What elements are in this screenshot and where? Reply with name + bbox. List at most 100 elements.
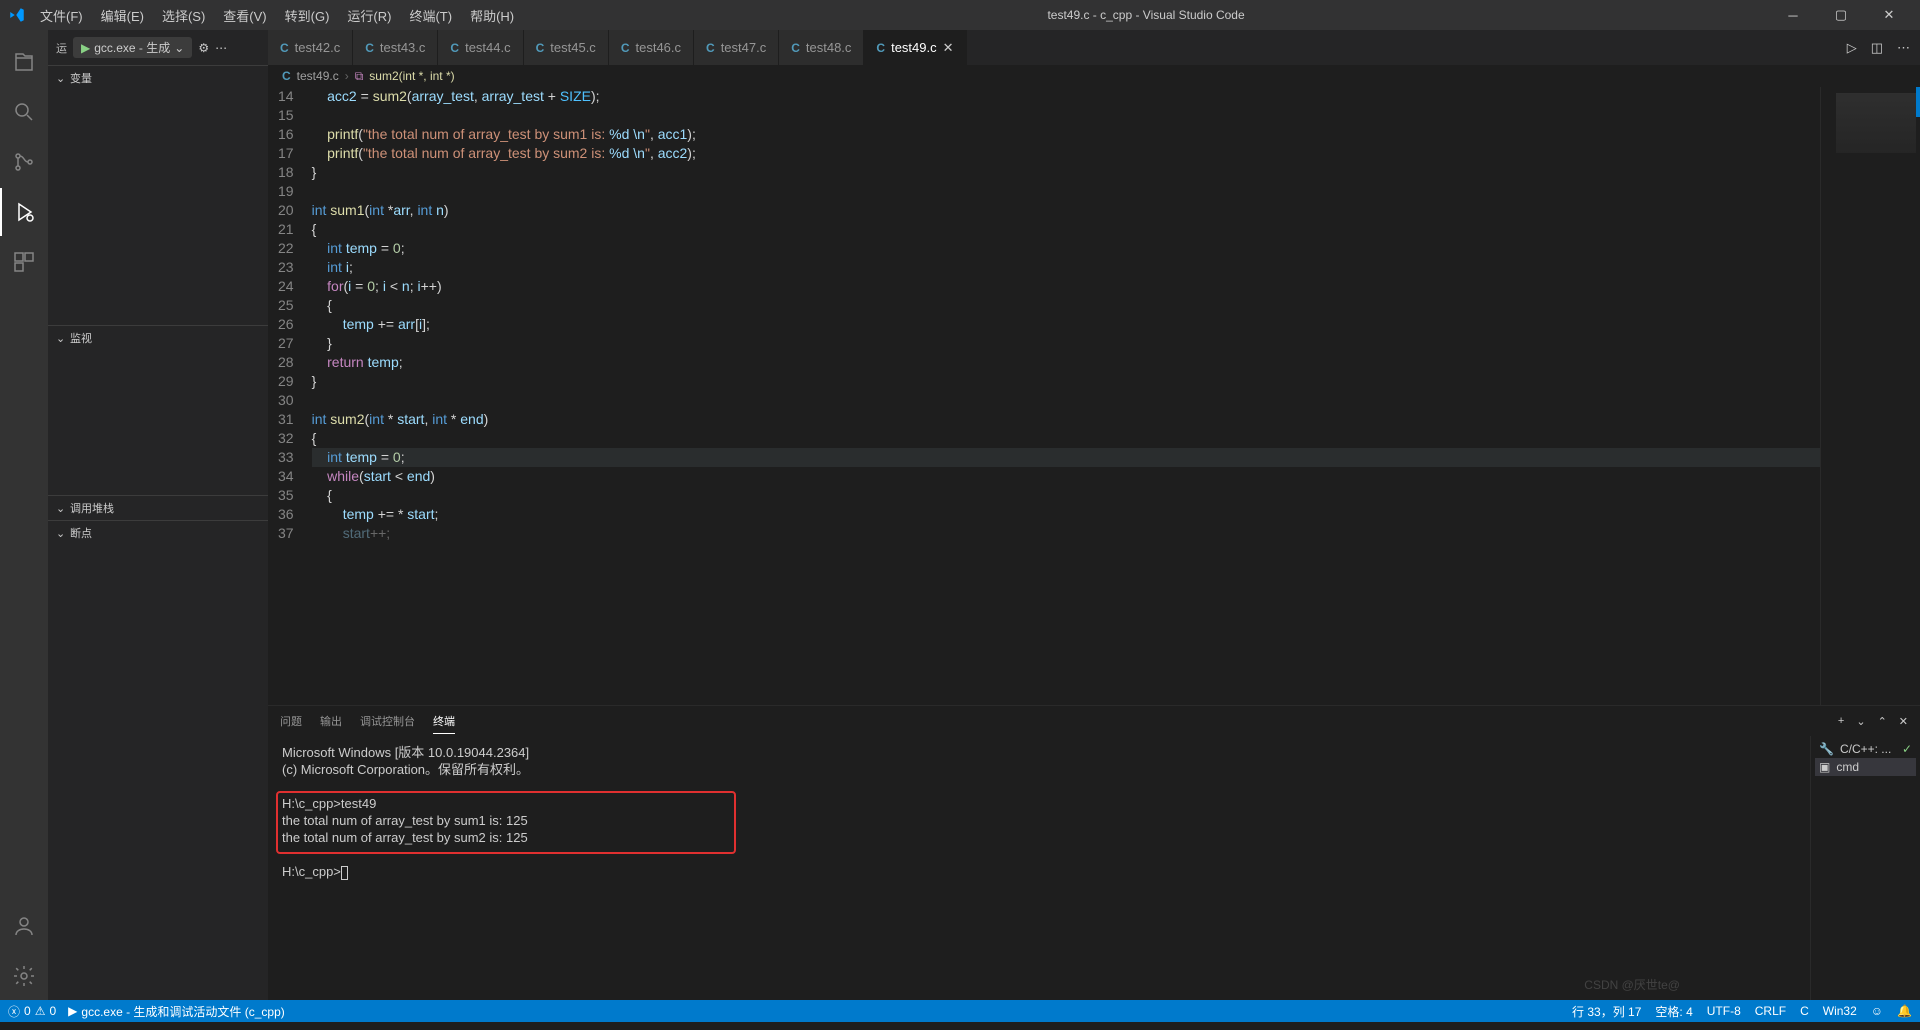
status-bar: ⓧ 0 ⚠ 0 ▶ gcc.exe - 生成和调试活动文件 (c_cpp) 行 …: [0, 1000, 1920, 1022]
bottom-panel: 问题输出调试控制台终端 + ⌄ ⌃ ✕ CSDN @厌世te@ Microsoft Wi…: [268, 705, 1920, 1000]
editor-tab[interactable]: Ctest48.c: [779, 30, 864, 65]
run-file-icon[interactable]: ▷: [1847, 40, 1857, 56]
launch-config-label: gcc.exe - 生成: [94, 39, 170, 56]
menu-item[interactable]: 选择(S): [154, 2, 213, 29]
file-type-icon: C: [791, 41, 800, 55]
status-encoding[interactable]: UTF-8: [1707, 1004, 1741, 1018]
window-title: test49.c - c_cpp - Visual Studio Code: [522, 8, 1770, 22]
source-control-icon[interactable]: [0, 138, 48, 186]
tab-label: test47.c: [721, 40, 767, 55]
explorer-icon[interactable]: [0, 38, 48, 86]
minimize-button[interactable]: ─: [1770, 0, 1816, 30]
more-editor-actions-icon[interactable]: ⋯: [1897, 40, 1910, 56]
menu-item[interactable]: 运行(R): [339, 2, 399, 29]
new-terminal-icon[interactable]: +: [1838, 715, 1844, 728]
terminal[interactable]: CSDN @厌世te@ Microsoft Windows [版本 10.0.1…: [268, 736, 1810, 1000]
status-cursor-pos[interactable]: 行 33，列 17: [1572, 1003, 1641, 1020]
extensions-icon[interactable]: [0, 238, 48, 286]
editor-tab[interactable]: Ctest43.c: [353, 30, 438, 65]
line-number-gutter: 1415161718192021222324252627282930313233…: [268, 87, 312, 705]
menu-item[interactable]: 终端(T): [401, 2, 460, 29]
close-panel-icon[interactable]: ✕: [1899, 715, 1908, 728]
code-editor[interactable]: 1415161718192021222324252627282930313233…: [268, 87, 1920, 705]
window-controls: ─ ▢ ✕: [1770, 0, 1912, 30]
panel-tab[interactable]: 输出: [320, 709, 342, 733]
tab-label: test42.c: [295, 40, 341, 55]
panel-tab[interactable]: 终端: [433, 709, 455, 734]
status-bell-icon[interactable]: 🔔: [1897, 1004, 1912, 1018]
status-eol[interactable]: CRLF: [1755, 1004, 1786, 1018]
chevron-down-icon: ⌄: [56, 72, 66, 85]
tab-label: test49.c: [891, 40, 937, 55]
status-indent[interactable]: 空格: 4: [1655, 1003, 1692, 1020]
minimap-scroll-indicator: [1916, 87, 1920, 117]
sidebar-section-header[interactable]: ⌄调用堆栈: [48, 496, 268, 520]
sidebar-section-header[interactable]: ⌄断点: [48, 521, 268, 545]
status-feedback-icon[interactable]: ☺: [1871, 1004, 1883, 1018]
tab-label: test45.c: [550, 40, 596, 55]
terminal-cursor: [341, 866, 348, 880]
accounts-icon[interactable]: [0, 902, 48, 950]
settings-gear-icon[interactable]: [0, 952, 48, 1000]
activity-bar: [0, 30, 48, 1000]
breadcrumb-file: test49.c: [297, 69, 339, 83]
file-type-icon: C: [706, 41, 715, 55]
launch-config-selector[interactable]: ▶ gcc.exe - 生成 ⌄: [73, 37, 192, 58]
terminal-line: Microsoft Windows [版本 10.0.19044.2364]: [282, 744, 1796, 761]
search-icon[interactable]: [0, 88, 48, 136]
tab-label: test43.c: [380, 40, 426, 55]
status-task[interactable]: ▶ gcc.exe - 生成和调试活动文件 (c_cpp): [68, 1003, 285, 1020]
menu-bar: 文件(F)编辑(E)选择(S)查看(V)转到(G)运行(R)终端(T)帮助(H): [32, 2, 522, 29]
editor-tab[interactable]: Ctest47.c: [694, 30, 779, 65]
maximize-button[interactable]: ▢: [1818, 0, 1864, 30]
file-type-icon: C: [536, 41, 545, 55]
terminal-process-row[interactable]: 🔧C/C++: ...✓: [1815, 740, 1916, 758]
minimap-overview: [1836, 93, 1916, 153]
vscode-logo-icon: [8, 6, 26, 24]
terminal-side-list: 🔧C/C++: ...✓▣cmd: [1810, 736, 1920, 1000]
terminal-dropdown-icon[interactable]: ⌄: [1856, 715, 1865, 728]
status-errors[interactable]: ⓧ 0 ⚠ 0: [8, 1003, 56, 1020]
panel-tab[interactable]: 问题: [280, 709, 302, 733]
run-debug-title: 运: [56, 40, 67, 56]
menu-item[interactable]: 转到(G): [277, 2, 338, 29]
output-highlight-box: [276, 791, 736, 854]
menu-item[interactable]: 文件(F): [32, 2, 91, 29]
terminal-line: (c) Microsoft Corporation。保留所有权利。: [282, 761, 1796, 778]
menu-item[interactable]: 查看(V): [215, 2, 274, 29]
sidebar-section-header[interactable]: ⌄变量: [48, 66, 268, 90]
tab-label: test48.c: [806, 40, 852, 55]
breadcrumb-sep-icon: ›: [345, 69, 349, 83]
run-debug-icon[interactable]: [0, 188, 48, 236]
wrench-icon: 🔧: [1819, 742, 1834, 756]
file-type-icon: C: [280, 41, 289, 55]
minimap[interactable]: [1820, 87, 1920, 705]
editor-tab[interactable]: Ctest45.c: [524, 30, 609, 65]
status-language[interactable]: C: [1800, 1004, 1809, 1018]
panel-tabs: 问题输出调试控制台终端 + ⌄ ⌃ ✕: [268, 706, 1920, 736]
menu-item[interactable]: 编辑(E): [93, 2, 152, 29]
editor-tab[interactable]: Ctest42.c: [268, 30, 353, 65]
more-actions-icon[interactable]: ⋯: [215, 41, 227, 55]
close-window-button[interactable]: ✕: [1866, 0, 1912, 30]
maximize-panel-icon[interactable]: ⌃: [1878, 715, 1887, 728]
file-type-icon: C: [450, 41, 459, 55]
panel-tab[interactable]: 调试控制台: [360, 709, 415, 733]
editor-tab[interactable]: Ctest49.c✕: [864, 30, 966, 65]
chevron-down-icon: ⌄: [56, 502, 66, 515]
breadcrumb[interactable]: C test49.c › ⧉ sum2(int *, int *): [268, 65, 1920, 87]
chevron-down-icon: ⌄: [174, 41, 184, 55]
split-editor-icon[interactable]: ◫: [1871, 40, 1883, 56]
editor-tab[interactable]: Ctest44.c: [438, 30, 523, 65]
file-type-icon: C: [621, 41, 630, 55]
code-content[interactable]: acc2 = sum2(array_test, array_test + SIZ…: [312, 87, 1820, 705]
close-tab-icon[interactable]: ✕: [943, 40, 954, 56]
sidebar-section-header[interactable]: ⌄监视: [48, 326, 268, 350]
configure-gear-icon[interactable]: ⚙: [198, 41, 209, 55]
title-bar: 文件(F)编辑(E)选择(S)查看(V)转到(G)运行(R)终端(T)帮助(H)…: [0, 0, 1920, 30]
tab-label: test44.c: [465, 40, 511, 55]
editor-tab[interactable]: Ctest46.c: [609, 30, 694, 65]
status-os[interactable]: Win32: [1823, 1004, 1857, 1018]
menu-item[interactable]: 帮助(H): [462, 2, 522, 29]
terminal-process-row[interactable]: ▣cmd: [1815, 758, 1916, 776]
